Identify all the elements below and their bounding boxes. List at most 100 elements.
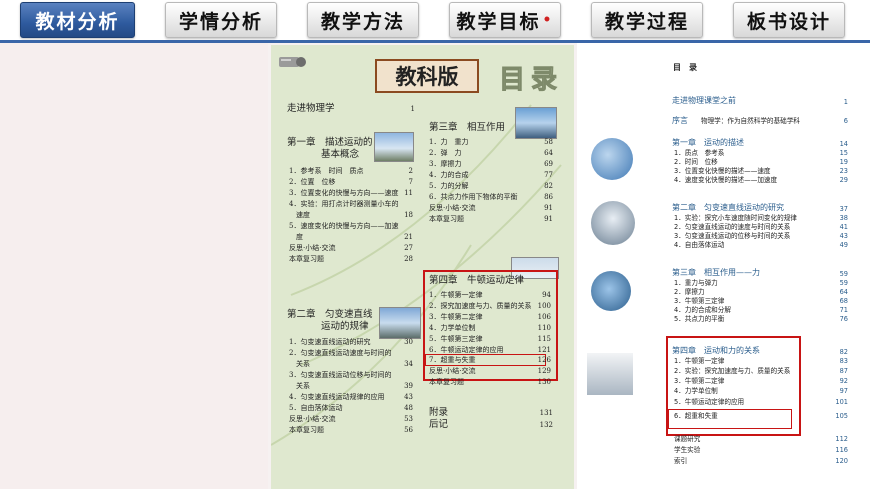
toc-item: 5．共点力的平衡: [674, 315, 725, 323]
toc-page: 37: [839, 205, 848, 213]
toc-page: 121: [537, 346, 551, 354]
toc-item: 反思·小结·交流: [429, 367, 476, 375]
right-toc-intro: 走进物理课堂之前: [672, 96, 736, 105]
appendix-label: 附录: [429, 407, 449, 418]
toc-page: 91: [544, 215, 553, 223]
toc-item: 1．质点 参考系: [674, 149, 725, 157]
toc-page: 39: [404, 382, 413, 390]
highway-photo: [379, 307, 421, 339]
bullet-train-photo: [591, 201, 635, 245]
tab-label: 教学目标: [456, 10, 541, 33]
red-dot-marker: •: [542, 12, 554, 28]
toc-page: 49: [839, 241, 848, 249]
diver-photo: [591, 271, 631, 311]
chapter-1-title: 第一章 描述运动的: [287, 137, 373, 148]
toc-item: 4．速度变化快慢的描述——加速度: [674, 176, 778, 184]
toc-page: 129: [537, 367, 551, 375]
toc-item: 关系: [289, 360, 310, 368]
tab-teaching-goal[interactable]: 教学目标 •: [449, 2, 561, 38]
toc-intro: 走进物理学: [287, 103, 335, 114]
toc-page: 82: [544, 182, 553, 190]
tab-board-design[interactable]: 板书设计: [733, 2, 845, 38]
toc-item: 2．摩擦力: [674, 288, 705, 296]
toc-item: 5．自由落体运动: [289, 404, 343, 412]
toc-page: 1: [410, 105, 415, 113]
toc-item: 3．匀变速直线运动的位移与时间的关系: [674, 232, 791, 240]
toc-item: 4．匀变速直线运动规律的应用: [289, 393, 385, 401]
toc-page: 28: [404, 255, 413, 263]
toc-item: 2．探究加速度与力、质量的关系: [429, 302, 532, 310]
toc-page: 58: [544, 138, 553, 146]
jet-fighter-photo: [587, 353, 633, 395]
toc-item: 3．匀变速直线运动位移与时间的: [289, 371, 392, 379]
tab-textbook-analysis[interactable]: 教材分析: [20, 2, 135, 38]
toc-page: 94: [542, 291, 551, 299]
tab-teaching-process[interactable]: 教学过程: [591, 2, 703, 38]
tab-label: 学情分析: [178, 10, 263, 33]
tab-label: 板书设计: [746, 10, 831, 33]
tab-student-analysis[interactable]: 学情分析: [165, 2, 277, 38]
toc-item: 反思·小结·交流: [429, 204, 476, 212]
toc-page: 110: [537, 324, 551, 332]
toc-item: 1．匀变速直线运动的研究: [289, 338, 371, 346]
toc-page: 71: [839, 306, 848, 314]
toc-page: 18: [404, 211, 413, 219]
toc-page: 11: [404, 189, 413, 197]
toc-item: 反思·小结·交流: [289, 244, 336, 252]
toc-page: 59: [839, 270, 848, 278]
chapter-1-title-line2: 基本概念: [321, 149, 360, 160]
toc-item: 1．力 重力: [429, 138, 469, 146]
toc-page: 34: [404, 360, 413, 368]
toc-page: 27: [404, 244, 413, 252]
toc-item: 关系: [289, 382, 310, 390]
toc-item: 3．牛顿第二定律: [429, 313, 483, 321]
jiaoke-toc-page: 教科版 目录 走进物理学 1 第一章 描述运动的 基本概念 1．参考系 时间 质…: [271, 45, 574, 489]
toc-page: 64: [839, 288, 848, 296]
toc-page: 7: [408, 178, 413, 186]
toc-page: 92: [839, 377, 848, 385]
toc-page: 6: [843, 117, 848, 125]
toc-item: 1．牛顿第一定律: [429, 291, 483, 299]
toc-item: 7．超重与失重: [429, 356, 476, 364]
toc-item: 2．弹 力: [429, 149, 462, 157]
toc-item: 3．牛顿第二定律: [674, 377, 725, 385]
toc-item: 3．牛顿第三定律: [674, 297, 725, 305]
toc-page: 29: [839, 176, 848, 184]
toc-item: 5．力的分解: [429, 182, 469, 190]
toc-page: 86: [544, 193, 553, 201]
train-photo: [374, 132, 414, 162]
toc-page: 91: [544, 204, 553, 212]
toc-page: 69: [544, 160, 553, 168]
toc-page: 41: [839, 223, 848, 231]
toc-page: 120: [835, 457, 848, 465]
toc-item: 度: [289, 233, 303, 241]
toc-item: 5．速度变化的快慢与方向——加速: [289, 222, 399, 230]
tab-label: 教材分析: [35, 10, 120, 33]
toc-item: 3．位置变化快慢的描述——速度: [674, 167, 771, 175]
toc-page: 43: [404, 393, 413, 401]
toc-page: 1: [843, 98, 848, 106]
right-toc-preface: 序言: [672, 116, 688, 125]
toc-page: 21: [404, 233, 413, 241]
toc-item: 本章复习题: [429, 378, 464, 386]
toc-page: 64: [544, 149, 553, 157]
toc-item: 1．参考系 时间 质点: [289, 167, 364, 175]
toc-item: 1．实验：探究小车速度随时间变化的规律: [674, 214, 797, 222]
tab-teaching-method[interactable]: 教学方法: [307, 2, 419, 38]
toc-page: 105: [835, 412, 848, 420]
toc-page: 106: [537, 313, 551, 321]
projector-icon: [279, 57, 306, 67]
toc-page: 97: [839, 387, 848, 395]
toc-item: 2．匀变速直线运动的速度与时间的关系: [674, 223, 791, 231]
toc-page: 53: [404, 415, 413, 423]
top-tab-bar: 教材分析 学情分析 教学方法 教学目标 • 教学过程 板书设计: [0, 0, 870, 42]
toc-item: 5．牛顿第三定律: [429, 335, 483, 343]
brand-label: 教科版: [375, 59, 479, 93]
toc-item: 速度: [289, 211, 310, 219]
toc-page: 100: [537, 302, 551, 310]
right-toc-title: 目 录: [673, 63, 697, 72]
toc-page: 15: [839, 149, 848, 157]
toc-page: 82: [839, 348, 848, 356]
toc-page: 126: [537, 356, 551, 364]
toc-page: 38: [839, 214, 848, 222]
